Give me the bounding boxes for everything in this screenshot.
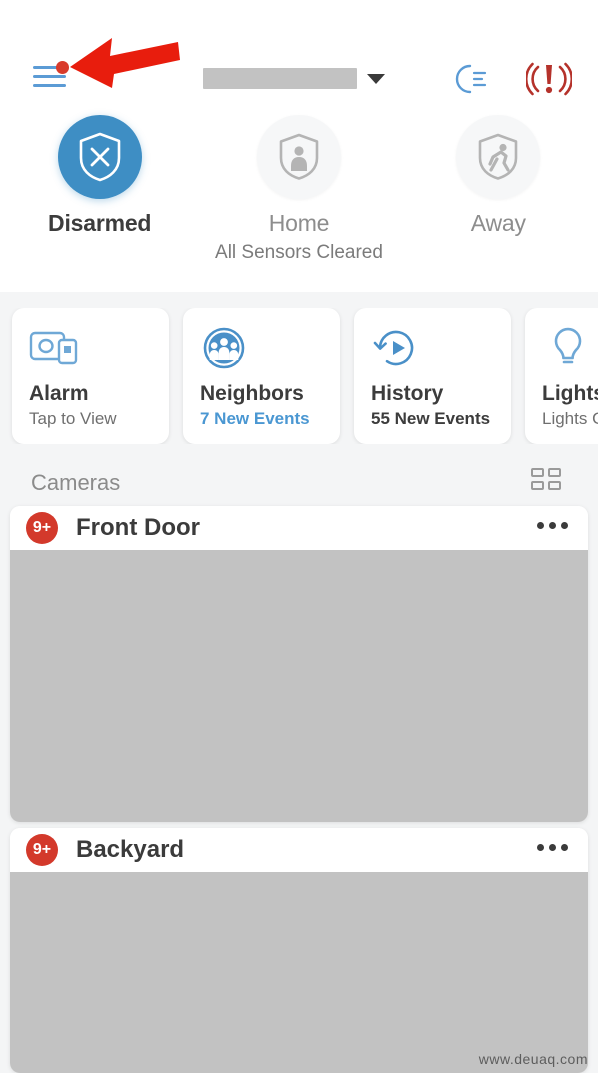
quick-card-subtitle: 7 New Events	[200, 409, 310, 428]
notification-dot	[56, 61, 69, 74]
event-count-badge: 9+	[26, 834, 58, 866]
more-options-icon[interactable]	[537, 522, 568, 529]
dot	[561, 844, 568, 851]
moon-mode-icon[interactable]	[448, 60, 490, 98]
hamburger-menu-icon[interactable]	[31, 60, 73, 92]
quick-card-title: Alarm	[29, 382, 89, 405]
grid-view-icon[interactable]	[531, 468, 563, 494]
more-options-icon[interactable]	[537, 844, 568, 851]
grid-cell	[531, 468, 544, 477]
quick-card-subtitle: 55 New Events	[371, 409, 491, 428]
camera-feed-preview[interactable]	[10, 872, 588, 1073]
quick-card-lights[interactable]: Lights Lights Off	[525, 308, 598, 444]
hamburger-line	[33, 75, 66, 78]
camera-feed-preview[interactable]	[10, 550, 588, 822]
quick-card-subtitle: Lights Off	[542, 409, 598, 428]
dot	[537, 522, 544, 529]
mode-label-away: Away	[470, 210, 526, 236]
history-glyph	[373, 330, 414, 366]
shield-person-icon	[279, 133, 319, 180]
camera-card-backyard[interactable]: 9+ Backyard	[10, 828, 588, 1073]
quick-card-neighbors[interactable]: Neighbors 7 New Events	[183, 308, 340, 444]
siren-alert-icon[interactable]	[524, 60, 574, 98]
base-station-icon	[29, 324, 169, 372]
location-name-redacted	[203, 68, 357, 89]
dot	[561, 522, 568, 529]
grid-cell	[531, 481, 544, 490]
quick-action-card-strip[interactable]: Alarm Tap to View Neighbors 7 New Events	[0, 308, 598, 444]
cameras-section-header: Cameras	[0, 464, 598, 506]
mode-button-disarmed[interactable]: Disarmed	[0, 115, 199, 240]
neighbors-icon	[200, 324, 340, 372]
quick-card-subtitle: Tap to View	[29, 409, 117, 428]
neighbors-glyph	[203, 327, 245, 369]
camera-card-header: 9+ Front Door	[10, 506, 588, 550]
header-panel: Disarmed Home Away All Sensors Cleared	[0, 0, 598, 292]
mode-circle-away	[456, 115, 541, 199]
app-screen: Disarmed Home Away All Sensors Cleared A…	[0, 0, 598, 1073]
camera-name: Front Door	[76, 514, 200, 541]
camera-card-front-door[interactable]: 9+ Front Door	[10, 506, 588, 822]
mode-button-away[interactable]: Away	[399, 115, 598, 240]
siren-glyph	[524, 62, 574, 96]
hamburger-line	[33, 84, 66, 87]
dot	[549, 844, 556, 851]
grid-cell	[548, 468, 561, 477]
chevron-down-icon	[367, 73, 385, 84]
dot	[549, 522, 556, 529]
mode-circle-home	[256, 115, 341, 199]
shield-running-icon	[479, 133, 518, 180]
shield-x-icon	[79, 132, 120, 182]
camera-card-header: 9+ Backyard	[10, 828, 588, 872]
base-station-glyph	[29, 331, 78, 365]
site-watermark: www.deuaq.com	[478, 1051, 588, 1067]
lightbulb-icon	[542, 324, 598, 372]
mode-button-home[interactable]: Home	[199, 115, 398, 240]
cameras-section-title: Cameras	[31, 470, 121, 495]
quick-card-title: Lights	[542, 382, 598, 405]
history-icon	[371, 324, 511, 372]
security-mode-row: Disarmed Home Away	[0, 115, 598, 240]
dot	[537, 844, 544, 851]
camera-name: Backyard	[76, 836, 185, 863]
quick-card-history[interactable]: History 55 New Events	[354, 308, 511, 444]
grid-cell	[548, 481, 561, 490]
location-selector[interactable]	[203, 68, 385, 89]
quick-card-title: Neighbors	[200, 382, 304, 405]
mode-label-home: Home	[268, 210, 330, 236]
mode-circle-disarmed	[57, 115, 142, 199]
quick-card-title: History	[371, 382, 444, 405]
top-bar	[0, 52, 598, 104]
moon-glyph	[455, 64, 487, 94]
quick-card-alarm[interactable]: Alarm Tap to View	[12, 308, 169, 444]
lightbulb-glyph	[554, 327, 582, 364]
sensor-status-text: All Sensors Cleared	[215, 242, 383, 263]
event-count-badge: 9+	[26, 512, 58, 544]
mode-label-disarmed: Disarmed	[48, 210, 152, 236]
